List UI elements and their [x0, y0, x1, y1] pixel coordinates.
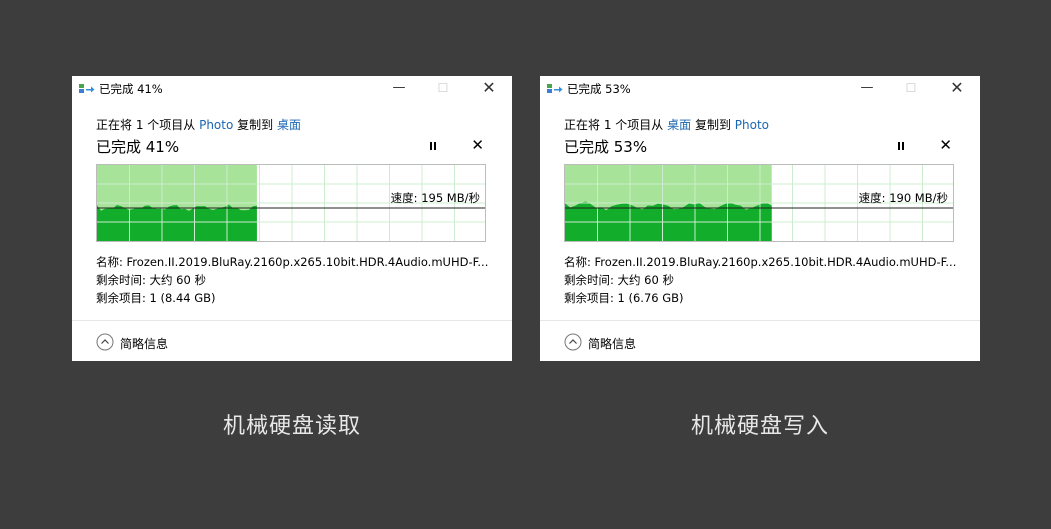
close-icon[interactable]: ✕: [942, 78, 972, 98]
speed-label: 速度: 195 MB/秒: [391, 191, 480, 205]
caption-read: 机械硬盘读取: [222, 414, 361, 439]
divider: [72, 320, 512, 321]
file-copy-icon: [79, 84, 95, 93]
name-label: 名称:: [96, 255, 123, 269]
maximize-icon[interactable]: ☐: [896, 78, 926, 98]
copy-description: 正在将 1 个项目从 Photo 复制到 桌面: [96, 116, 301, 133]
speed-graph: 速度: 190 MB/秒: [564, 164, 954, 242]
percent-complete: 已完成 53%: [564, 138, 648, 156]
details-label: 简略信息: [120, 337, 169, 351]
speed-graph: 速度: 195 MB/秒: [96, 164, 486, 242]
source-link[interactable]: Photo: [199, 118, 233, 132]
divider: [540, 320, 980, 321]
items-label: 剩余项目:: [564, 291, 614, 305]
copy-description: 正在将 1 个项目从 桌面 复制到 Photo: [564, 116, 769, 133]
copy-prefix: 正在将 1 个项目从: [564, 118, 664, 132]
file-copy-icon: [547, 84, 563, 93]
details-label: 简略信息: [588, 337, 637, 351]
window-title: 已完成 53%: [567, 82, 631, 96]
copy-prefix: 正在将 1 个项目从: [96, 118, 196, 132]
time-remaining-row: 剩余时间: 大约 60 秒: [96, 272, 206, 288]
items-value: 1 (8.44 GB): [149, 291, 216, 305]
speed-label: 速度: 190 MB/秒: [859, 191, 948, 205]
time-remaining-row: 剩余时间: 大约 60 秒: [564, 272, 674, 288]
chevron-up-circle-icon: [96, 333, 114, 351]
source-link[interactable]: 桌面: [667, 118, 691, 132]
file-name-row: 名称: Frozen.II.2019.BluRay.2160p.x265.10b…: [96, 254, 488, 270]
time-label: 剩余时间:: [96, 273, 146, 287]
caption-write: 机械硬盘写入: [690, 414, 829, 439]
time-value: 大约 60 秒: [617, 273, 674, 287]
copy-dialog-read: 已完成 41% — ☐ ✕ 正在将 1 个项目从 Photo 复制到 桌面 已完…: [72, 76, 512, 361]
pause-icon[interactable]: [894, 139, 908, 153]
name-label: 名称:: [564, 255, 591, 269]
title-bar: 已完成 41% — ☐ ✕: [72, 76, 512, 100]
copy-mid: 复制到: [694, 118, 731, 132]
dest-link[interactable]: Photo: [735, 118, 769, 132]
dest-link[interactable]: 桌面: [277, 118, 301, 132]
minimize-icon[interactable]: —: [852, 78, 882, 98]
minimize-icon[interactable]: —: [384, 78, 414, 98]
cancel-icon[interactable]: ✕: [939, 136, 952, 154]
cancel-icon[interactable]: ✕: [471, 136, 484, 154]
maximize-icon[interactable]: ☐: [428, 78, 458, 98]
percent-complete: 已完成 41%: [96, 138, 180, 156]
copy-mid: 复制到: [237, 118, 274, 132]
items-remaining-row: 剩余项目: 1 (8.44 GB): [96, 290, 216, 306]
close-icon[interactable]: ✕: [474, 78, 504, 98]
time-value: 大约 60 秒: [149, 273, 206, 287]
items-remaining-row: 剩余项目: 1 (6.76 GB): [564, 290, 684, 306]
pause-icon[interactable]: [426, 139, 440, 153]
window-title: 已完成 41%: [99, 82, 163, 96]
copy-dialog-write: 已完成 53% — ☐ ✕ 正在将 1 个项目从 桌面 复制到 Photo 已完…: [540, 76, 980, 361]
items-value: 1 (6.76 GB): [617, 291, 684, 305]
name-value: Frozen.II.2019.BluRay.2160p.x265.10bit.H…: [126, 255, 488, 269]
chevron-up-circle-icon: [564, 333, 582, 351]
title-bar: 已完成 53% — ☐ ✕: [540, 76, 980, 100]
speed-area: [97, 204, 257, 241]
time-label: 剩余时间:: [564, 273, 614, 287]
file-name-row: 名称: Frozen.II.2019.BluRay.2160p.x265.10b…: [564, 254, 956, 270]
items-label: 剩余项目:: [96, 291, 146, 305]
name-value: Frozen.II.2019.BluRay.2160p.x265.10bit.H…: [594, 255, 956, 269]
